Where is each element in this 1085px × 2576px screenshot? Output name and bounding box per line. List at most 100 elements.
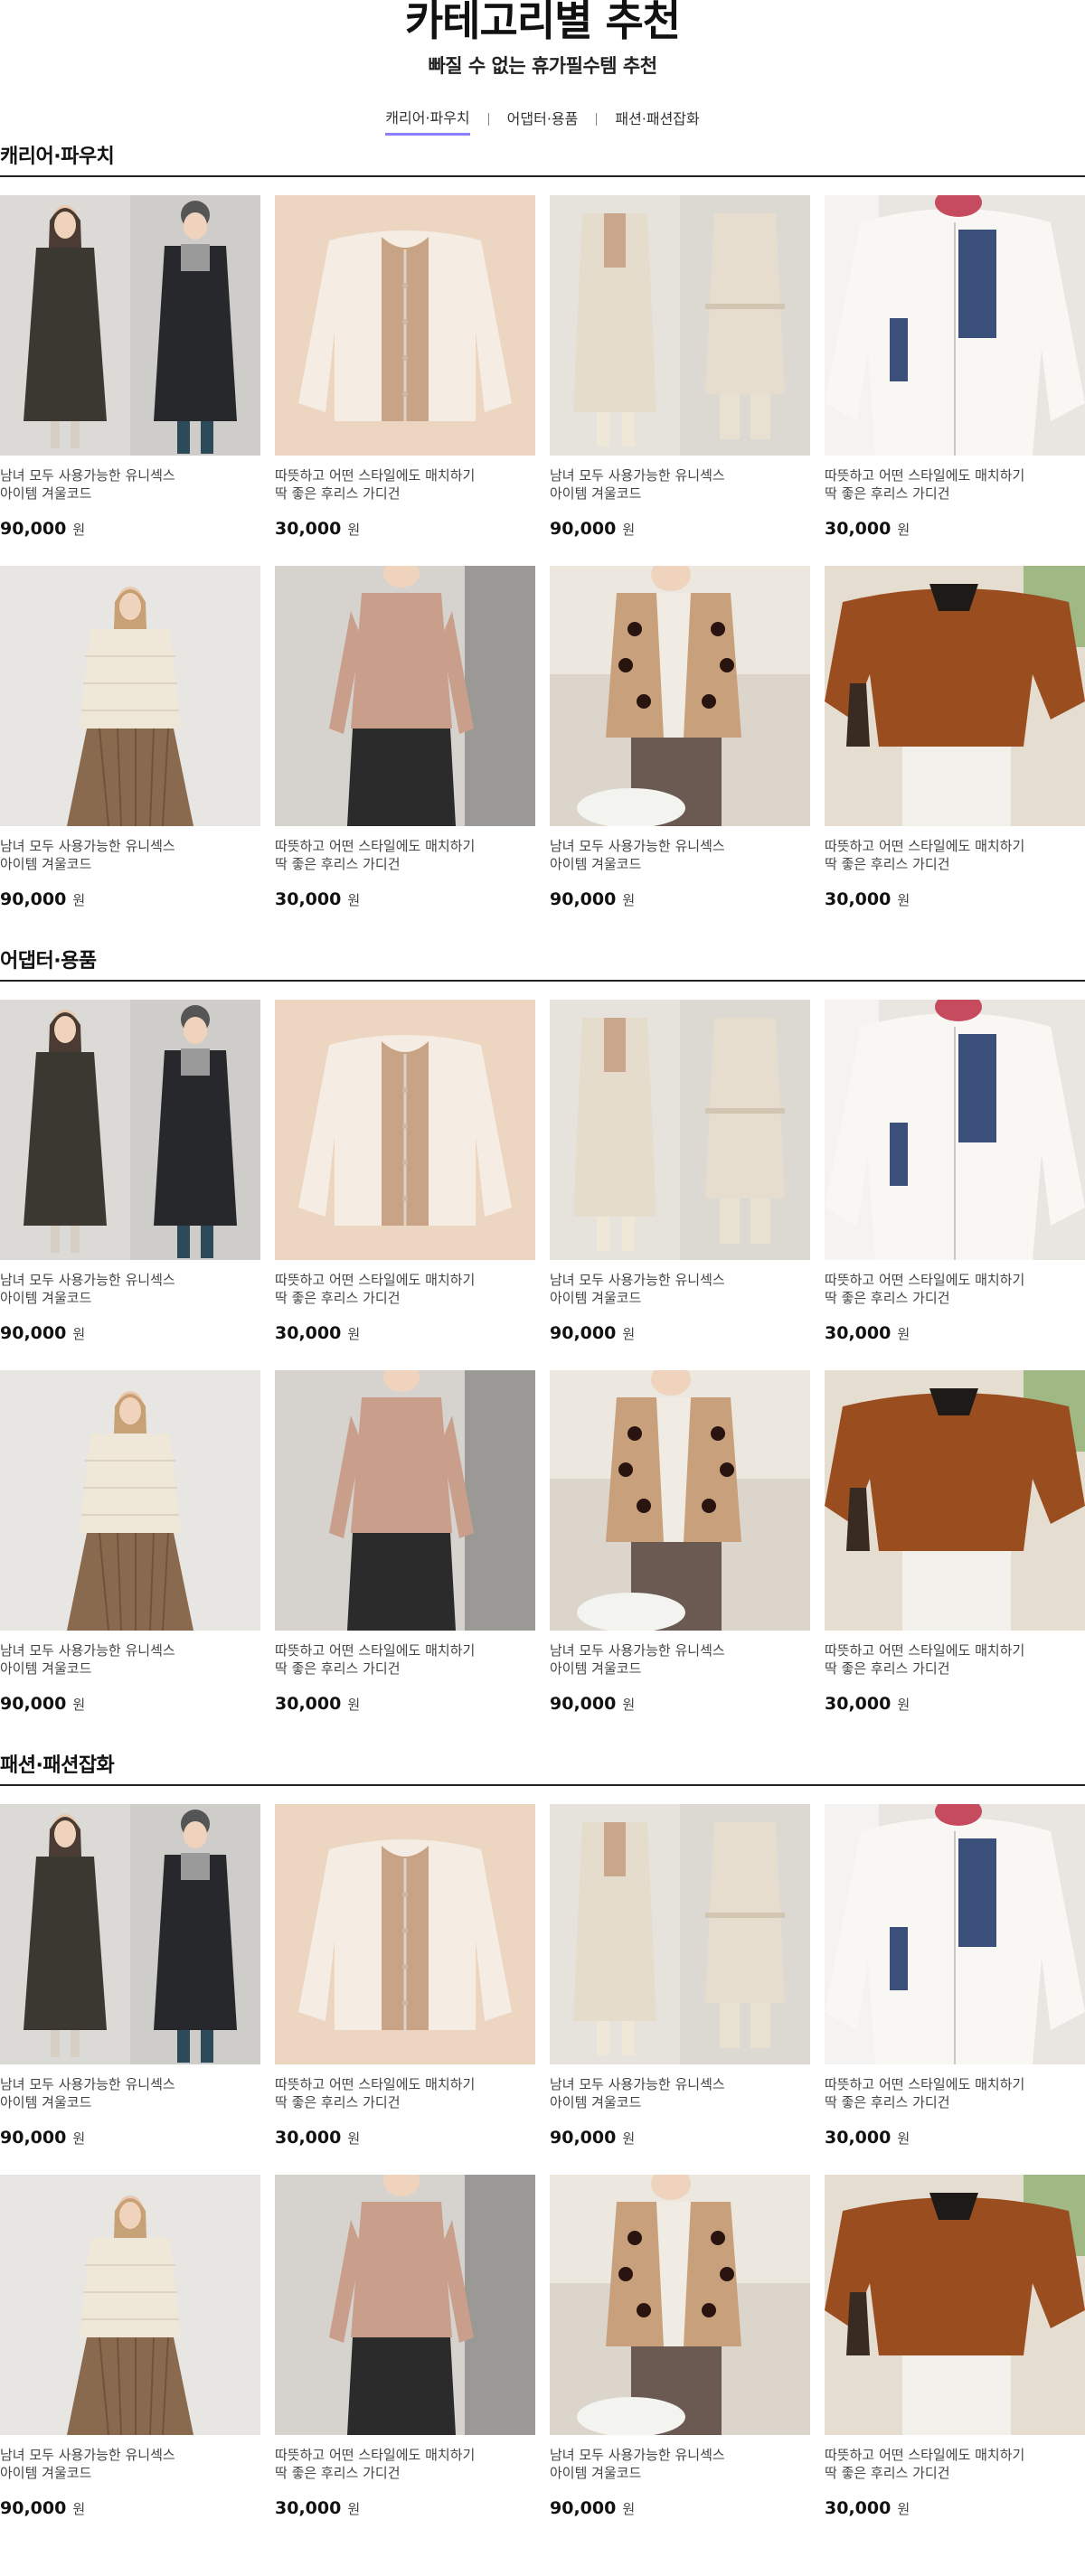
product-description-line: 딱 좋은 후리스 가디건 <box>275 2465 401 2481</box>
product-description-line: 따뜻하고 어떤 스타일에도 매치하기 <box>825 2076 1025 2092</box>
product-card[interactable]: 남녀 모두 사용가능한 유니섹스 아이템 겨울코드 90,000 원 <box>0 1000 260 1370</box>
product-image[interactable] <box>825 1370 1085 1631</box>
product-card[interactable]: 따뜻하고 어떤 스타일에도 매치하기 딱 좋은 후리스 가디건 30,000 원 <box>275 566 535 936</box>
price-currency: 원 <box>347 892 361 908</box>
product-image[interactable] <box>275 1804 535 2064</box>
product-price: 90,000 원 <box>550 889 810 909</box>
product-card[interactable]: 따뜻하고 어떤 스타일에도 매치하기 딱 좋은 후리스 가디건 30,000 원 <box>825 1000 1085 1370</box>
product-image[interactable] <box>825 195 1085 456</box>
price-amount: 90,000 <box>550 1694 617 1714</box>
product-image[interactable] <box>825 1804 1085 2064</box>
tab-carrier-pouch[interactable]: 캐리어·파우치 <box>385 109 470 136</box>
product-card[interactable]: 남녀 모두 사용가능한 유니섹스 아이템 겨울코드 90,000 원 <box>0 1370 260 1741</box>
product-description: 남녀 모두 사용가능한 유니섹스 아이템 겨울코드 <box>550 2075 810 2111</box>
product-description: 남녀 모두 사용가능한 유니섹스 아이템 겨울코드 <box>550 837 810 873</box>
product-card[interactable]: 따뜻하고 어떤 스타일에도 매치하기 딱 좋은 후리스 가디건 30,000 원 <box>275 1000 535 1370</box>
product-description: 남녀 모두 사용가능한 유니섹스 아이템 겨울코드 <box>550 1271 810 1307</box>
price-currency: 원 <box>897 892 910 908</box>
product-description: 남녀 모두 사용가능한 유니섹스 아이템 겨울코드 <box>0 837 260 873</box>
product-image[interactable] <box>550 1804 810 2064</box>
product-card[interactable]: 따뜻하고 어떤 스타일에도 매치하기 딱 좋은 후리스 가디건 30,000 원 <box>275 2175 535 2545</box>
product-card[interactable]: 따뜻하고 어떤 스타일에도 매치하기 딱 좋은 후리스 가디건 30,000 원 <box>825 2175 1085 2545</box>
price-currency: 원 <box>897 1326 910 1342</box>
product-card[interactable]: 남녀 모두 사용가능한 유니섹스 아이템 겨울코드 90,000 원 <box>550 1804 810 2175</box>
product-image[interactable] <box>550 1000 810 1260</box>
price-currency: 원 <box>347 1326 361 1342</box>
product-description: 남녀 모두 사용가능한 유니섹스 아이템 겨울코드 <box>0 1271 260 1307</box>
product-image[interactable] <box>825 1000 1085 1260</box>
price-amount: 90,000 <box>0 1694 67 1714</box>
product-image[interactable] <box>275 2175 535 2435</box>
price-amount: 90,000 <box>550 2498 617 2518</box>
product-description: 따뜻하고 어떤 스타일에도 매치하기 딱 좋은 후리스 가디건 <box>825 837 1085 873</box>
price-currency: 원 <box>897 522 910 538</box>
product-description-line: 따뜻하고 어떤 스타일에도 매치하기 <box>275 838 476 854</box>
product-description: 남녀 모두 사용가능한 유니섹스 아이템 겨울코드 <box>0 466 260 503</box>
product-image[interactable] <box>0 1804 260 2064</box>
product-image[interactable] <box>275 1000 535 1260</box>
product-description-line: 딱 좋은 후리스 가디건 <box>275 1660 401 1677</box>
product-description: 따뜻하고 어떤 스타일에도 매치하기 딱 좋은 후리스 가디건 <box>275 1271 535 1307</box>
product-card[interactable]: 남녀 모두 사용가능한 유니섹스 아이템 겨울코드 90,000 원 <box>0 1804 260 2175</box>
sections-container: 캐리어·파우치 남녀 모두 사용가능한 유니섹스 아이템 겨울코드 90,000 원 따뜻… <box>0 136 1085 2545</box>
product-card[interactable]: 남녀 모두 사용가능한 유니섹스 아이템 겨울코드 90,000 원 <box>550 1370 810 1741</box>
category-section: 캐리어·파우치 남녀 모두 사용가능한 유니섹스 아이템 겨울코드 90,000 원 따뜻… <box>0 136 1085 936</box>
product-image[interactable] <box>0 1370 260 1631</box>
product-description-line: 남녀 모두 사용가능한 유니섹스 <box>550 2076 725 2092</box>
price-amount: 90,000 <box>0 2128 67 2148</box>
product-card[interactable]: 남녀 모두 사용가능한 유니섹스 아이템 겨울코드 90,000 원 <box>550 2175 810 2545</box>
product-card[interactable]: 따뜻하고 어떤 스타일에도 매치하기 딱 좋은 후리스 가디건 30,000 원 <box>825 1370 1085 1741</box>
tab-fashion-accessories[interactable]: 패션·패션잡화 <box>615 110 699 134</box>
product-image[interactable] <box>0 566 260 826</box>
product-description-line: 아이템 겨울코드 <box>0 1290 92 1306</box>
product-card[interactable]: 남녀 모두 사용가능한 유니섹스 아이템 겨울코드 90,000 원 <box>0 2175 260 2545</box>
page: 카테고리별 추천 빠질 수 없는 휴가필수템 추천 캐리어·파우치 어댑터·용품… <box>0 0 1085 2545</box>
product-price: 30,000 원 <box>825 2128 1085 2148</box>
product-card[interactable]: 따뜻하고 어떤 스타일에도 매치하기 딱 좋은 후리스 가디건 30,000 원 <box>275 195 535 566</box>
product-description-line: 따뜻하고 어떤 스타일에도 매치하기 <box>275 1642 476 1659</box>
product-image[interactable] <box>550 2175 810 2435</box>
product-image[interactable] <box>550 195 810 456</box>
price-currency: 원 <box>347 1697 361 1713</box>
product-description: 따뜻하고 어떤 스타일에도 매치하기 딱 좋은 후리스 가디건 <box>275 2446 535 2482</box>
price-amount: 90,000 <box>550 1323 617 1343</box>
product-image[interactable] <box>275 195 535 456</box>
product-grid: 남녀 모두 사용가능한 유니섹스 아이템 겨울코드 90,000 원 따뜻하고 어떤 스… <box>0 1786 1085 2545</box>
product-image[interactable] <box>825 2175 1085 2435</box>
price-amount: 30,000 <box>825 1323 892 1343</box>
category-section: 어댑터·용품 남녀 모두 사용가능한 유니섹스 아이템 겨울코드 90,000 원 따뜻하… <box>0 940 1085 1741</box>
product-image[interactable] <box>275 1370 535 1631</box>
price-amount: 30,000 <box>825 519 892 539</box>
product-card[interactable]: 따뜻하고 어떤 스타일에도 매치하기 딱 좋은 후리스 가디건 30,000 원 <box>825 195 1085 566</box>
product-card[interactable]: 남녀 모두 사용가능한 유니섹스 아이템 겨울코드 90,000 원 <box>550 566 810 936</box>
product-image[interactable] <box>825 566 1085 826</box>
product-image[interactable] <box>0 2175 260 2435</box>
product-description: 따뜻하고 어떤 스타일에도 매치하기 딱 좋은 후리스 가디건 <box>275 2075 535 2111</box>
price-amount: 30,000 <box>275 1323 342 1343</box>
product-price: 90,000 원 <box>0 889 260 909</box>
price-amount: 90,000 <box>0 889 67 909</box>
product-card[interactable]: 남녀 모두 사용가능한 유니섹스 아이템 겨울코드 90,000 원 <box>0 195 260 566</box>
product-price: 30,000 원 <box>275 2128 535 2148</box>
product-card[interactable]: 남녀 모두 사용가능한 유니섹스 아이템 겨울코드 90,000 원 <box>550 1000 810 1370</box>
section-header: 어댑터·용품 <box>0 940 1085 982</box>
section-header: 캐리어·파우치 <box>0 136 1085 177</box>
tab-adapter-goods[interactable]: 어댑터·용품 <box>507 110 579 134</box>
product-card[interactable]: 따뜻하고 어떤 스타일에도 매치하기 딱 좋은 후리스 가디건 30,000 원 <box>825 1804 1085 2175</box>
product-card[interactable]: 따뜻하고 어떤 스타일에도 매치하기 딱 좋은 후리스 가디건 30,000 원 <box>275 1804 535 2175</box>
price-currency: 원 <box>897 1697 910 1713</box>
product-card[interactable]: 따뜻하고 어떤 스타일에도 매치하기 딱 좋은 후리스 가디건 30,000 원 <box>825 566 1085 936</box>
product-description: 따뜻하고 어떤 스타일에도 매치하기 딱 좋은 후리스 가디건 <box>825 2446 1085 2482</box>
product-image[interactable] <box>0 195 260 456</box>
product-price: 30,000 원 <box>825 1694 1085 1714</box>
product-card[interactable]: 따뜻하고 어떤 스타일에도 매치하기 딱 좋은 후리스 가디건 30,000 원 <box>275 1370 535 1741</box>
product-description-line: 남녀 모두 사용가능한 유니섹스 <box>0 467 175 484</box>
price-amount: 30,000 <box>825 1694 892 1714</box>
product-card[interactable]: 남녀 모두 사용가능한 유니섹스 아이템 겨울코드 90,000 원 <box>0 566 260 936</box>
product-image[interactable] <box>550 566 810 826</box>
product-image[interactable] <box>275 566 535 826</box>
product-image[interactable] <box>0 1000 260 1260</box>
product-price: 30,000 원 <box>275 1323 535 1343</box>
product-image[interactable] <box>550 1370 810 1631</box>
product-card[interactable]: 남녀 모두 사용가능한 유니섹스 아이템 겨울코드 90,000 원 <box>550 195 810 566</box>
